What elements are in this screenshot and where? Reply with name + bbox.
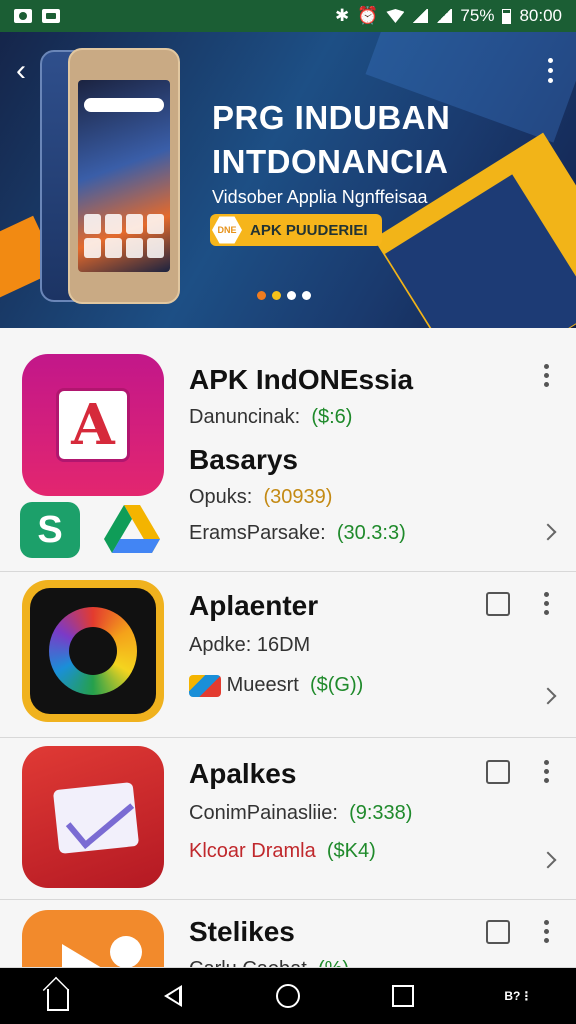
apk-badge-button[interactable]: DNE APK PUUDERIEI (210, 214, 382, 246)
bluetooth-icon: ✱ (335, 6, 350, 25)
overview-button[interactable] (273, 981, 303, 1011)
chevron-right-icon[interactable] (539, 523, 557, 541)
colorful-app-icon (189, 674, 221, 697)
s-app-icon[interactable]: S (20, 502, 80, 558)
home-button[interactable] (43, 981, 73, 1011)
carousel-dot[interactable] (272, 291, 281, 300)
app-detail: Klcoar Dramla ($K4) (189, 840, 376, 862)
select-checkbox[interactable] (486, 760, 510, 784)
list-item[interactable]: Apalkes ConimPainasliie: (9:338) Klcoar … (0, 738, 576, 900)
list-item[interactable]: A APK IndONEssia Danuncinak: ($:6) Basar… (0, 328, 576, 572)
app-detail: Apdke: 16DM (189, 634, 311, 656)
app-detail: Carlu Caobat (%) (189, 958, 349, 967)
status-bar: ✱ ⏰ 75% 80:00 (0, 0, 576, 32)
list-item[interactable]: Aplaenter Apdke: 16DM Mueesrt ($(G)) (0, 572, 576, 738)
square-icon (392, 985, 415, 1007)
battery-icon (502, 8, 512, 24)
app-detail: Mueesrt ($(G)) (189, 674, 363, 697)
phone-image (68, 48, 180, 304)
app-detail: EramsParsake: (30.3:3) (189, 522, 406, 544)
banner-subtitle: Vidsober Applia Ngnffeisaa (212, 187, 428, 207)
signal-icon-2 (436, 9, 453, 23)
app-a-icon[interactable]: A (22, 354, 164, 496)
checkmark-doc-icon[interactable] (22, 746, 164, 888)
carousel-dot[interactable] (257, 291, 266, 300)
carousel-dots[interactable] (257, 291, 311, 300)
home-icon (46, 989, 69, 1011)
drive-icon[interactable] (104, 505, 160, 555)
app-name: APK IndONEssia (189, 364, 414, 395)
select-checkbox[interactable] (486, 592, 510, 616)
alarm-icon: ⏰ (357, 6, 379, 25)
navigation-bar: B? ⋮ (0, 968, 576, 1024)
app-detail: Danuncinak: ($:6) (189, 406, 353, 428)
carousel-dot[interactable] (302, 291, 311, 300)
badge-label: APK PUUDERIEI (250, 221, 368, 239)
back-icon (163, 985, 182, 1007)
app-secondary-name: Basarys (189, 444, 298, 475)
app-detail: ConimPainasliie: (9:338) (189, 802, 413, 824)
recents-button[interactable] (388, 981, 418, 1011)
back-button[interactable] (158, 981, 188, 1011)
app-name: Stelikes (189, 916, 295, 947)
app-detail: Opuks: (30939) (189, 486, 333, 508)
chevron-right-icon[interactable] (539, 687, 557, 705)
app-name: Apalkes (189, 758, 297, 789)
notification-icon (14, 9, 32, 23)
chevron-right-icon[interactable] (539, 851, 557, 869)
ring-icon[interactable] (22, 580, 164, 722)
more-options-icon[interactable] (544, 760, 550, 787)
hero-banner[interactable]: ‹ PRG INDUBAN INTDONANCIA Vidsober Appli… (0, 32, 576, 328)
list-item[interactable]: Stelikes Carlu Caobat (%) (0, 900, 576, 968)
hexagon-icon: DNE (212, 216, 242, 244)
more-options-icon[interactable] (548, 58, 554, 88)
signal-icon (412, 9, 429, 23)
message-icon (42, 9, 60, 23)
more-options-icon[interactable] (544, 592, 550, 619)
select-checkbox[interactable] (486, 920, 510, 944)
app-name: Aplaenter (189, 590, 319, 621)
banner-title: PRG INDUBAN INTDONANCIA (212, 99, 451, 180)
play-chat-icon[interactable] (22, 910, 164, 967)
carousel-dot[interactable] (287, 291, 296, 300)
more-options-icon[interactable] (544, 920, 550, 947)
extra-menu-button[interactable]: B? ⋮ (503, 981, 533, 1011)
battery-percent: 75% (460, 6, 495, 25)
clock: 80:00 (519, 6, 562, 25)
wifi-icon (386, 9, 405, 23)
circle-icon (275, 984, 300, 1008)
back-arrow-icon[interactable]: ‹ (16, 56, 26, 86)
more-options-icon[interactable] (544, 364, 550, 391)
